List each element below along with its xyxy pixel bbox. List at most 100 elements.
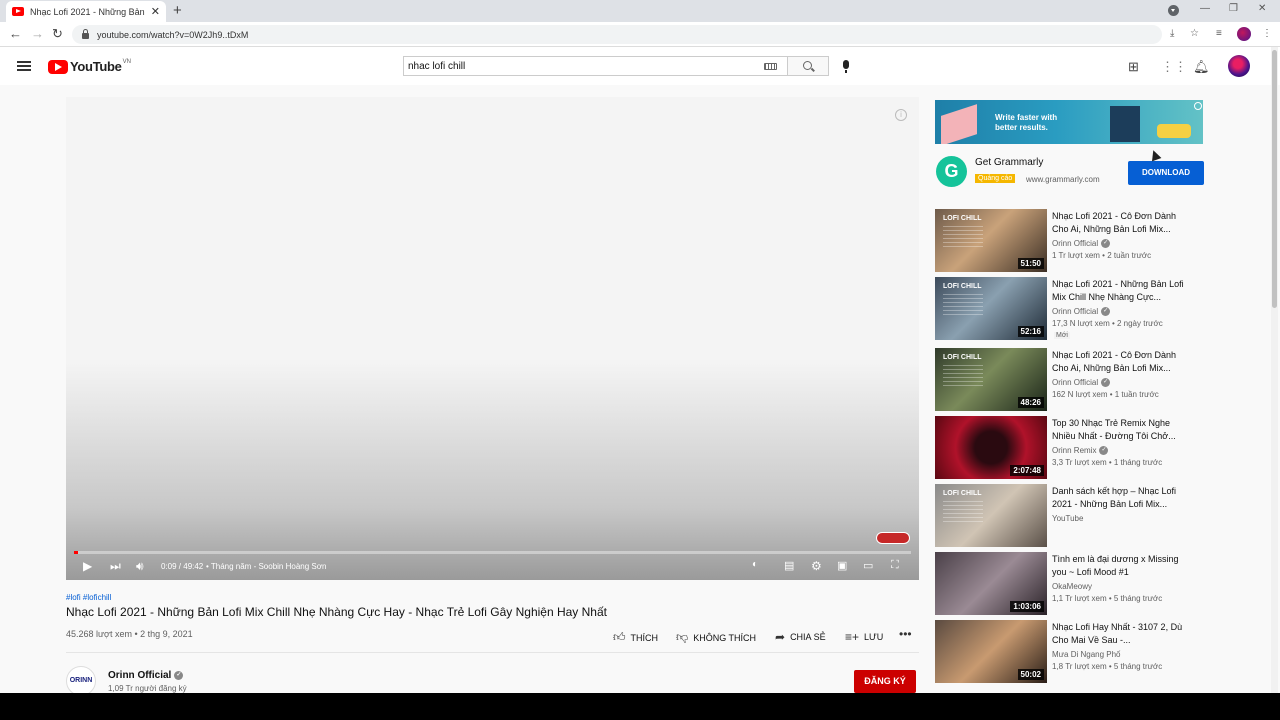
subscribe-watermark[interactable]: [876, 532, 910, 544]
omnibox[interactable]: youtube.com/watch?v=0W2Jh9..tDxM: [72, 25, 1162, 44]
play-icon[interactable]: ▶: [83, 559, 92, 573]
url-text[interactable]: youtube.com/watch?v=0W2Jh9..tDxM: [97, 30, 248, 40]
recommendation-item[interactable]: 2:07:48 Top 30 Nhạc Trẻ Remix Nghe Nhiều …: [935, 416, 1205, 480]
hashtags[interactable]: #lofi #lofichill: [66, 593, 111, 602]
recommendation-channel[interactable]: Orinn Official ✓: [1052, 378, 1111, 388]
account-avatar[interactable]: [1228, 55, 1250, 77]
mic-icon[interactable]: [843, 60, 849, 73]
bell-icon[interactable]: 🔔︎: [1193, 59, 1210, 75]
hamburger-icon[interactable]: [17, 61, 31, 71]
video-thumbnail[interactable]: LOFI CHILL 52:16: [935, 277, 1047, 340]
forward-icon[interactable]: →: [31, 27, 44, 41]
ad-domain: www.grammarly.com: [1026, 175, 1100, 184]
youtube-play-icon: [48, 59, 68, 74]
verified-icon: ✓: [1101, 239, 1111, 249]
search-value: nhac lofi chill: [408, 60, 466, 72]
save-button[interactable]: ≡+ Lưu: [845, 630, 883, 644]
subscribe-button[interactable]: ĐĂNG KÝ: [854, 670, 916, 693]
recommendation-channel[interactable]: Orinn Official ✓: [1052, 239, 1111, 249]
recommendation-title[interactable]: Danh sách kết hợp – Nhạc Lofi 2021 - Nhữ…: [1052, 485, 1192, 511]
back-icon[interactable]: ←: [9, 27, 22, 41]
ad-download-button[interactable]: DOWNLOAD: [1128, 161, 1204, 185]
channel-name[interactable]: Orinn Official ✓: [108, 670, 184, 681]
recommendation-title[interactable]: Nhạc Lofi 2021 - Cô Đơn Dành Cho Ai, Nhữ…: [1052, 210, 1192, 236]
ad-illustration-building: [941, 104, 977, 144]
video-thumbnail[interactable]: LOFI CHILL 51:50: [935, 209, 1047, 272]
progress-bar[interactable]: [74, 551, 911, 554]
restore-icon[interactable]: ❐: [1229, 3, 1238, 14]
search-input[interactable]: nhac lofi chill: [403, 56, 788, 76]
apps-icon[interactable]: ⋮⋮: [1161, 59, 1187, 75]
grammarly-logo[interactable]: G: [936, 156, 967, 187]
tab-search-icon[interactable]: [1168, 5, 1179, 16]
scrollbar-thumb[interactable]: [1272, 50, 1277, 308]
more-actions-icon[interactable]: •••: [899, 627, 912, 641]
recommendation-title[interactable]: Nhạc Lofi 2021 - Cô Đơn Dành Cho Ai, Nhữ…: [1052, 349, 1192, 375]
download-icon[interactable]: ⤓: [1170, 28, 1174, 39]
recommendation-title[interactable]: Nhạc Lofi 2021 - Những Bản Lofi Mix Chil…: [1052, 278, 1192, 304]
recommendation-channel-name: Mưa Di Ngang Phố: [1052, 650, 1121, 659]
volume-icon[interactable]: 🔊︎: [136, 559, 144, 574]
next-icon[interactable]: ⏭︎: [110, 559, 121, 574]
bookmark-star-icon[interactable]: ☆: [1190, 28, 1199, 39]
ad-banner-image[interactable]: Write faster with better results.: [935, 100, 1203, 144]
thumbnail-label: LOFI CHILL: [943, 215, 982, 222]
video-thumbnail[interactable]: 50:02: [935, 620, 1047, 683]
keyboard-icon[interactable]: [764, 62, 777, 70]
ad-info-icon[interactable]: [1194, 102, 1202, 110]
recommendation-item[interactable]: LOFI CHILL Danh sách kết hợp – Nhạc Lofi …: [935, 484, 1205, 548]
search-button[interactable]: [787, 56, 829, 76]
recommendation-channel[interactable]: OkaMeowy: [1052, 582, 1092, 591]
recommendation-channel[interactable]: Orinn Official ✓: [1052, 307, 1111, 317]
browser-profile-icon[interactable]: [1237, 27, 1251, 41]
thumbnail-tracklist: [943, 501, 983, 523]
video-thumbnail[interactable]: LOFI CHILL 48:26: [935, 348, 1047, 411]
channel-avatar[interactable]: ORINN: [66, 666, 96, 693]
settings-gear-icon[interactable]: ⚙: [811, 559, 822, 573]
recommendation-title[interactable]: Nhạc Lofi Hay Nhất - 3107 2, Dù Cho Mai …: [1052, 621, 1192, 647]
chapter-title[interactable]: • Tháng năm - Soobin Hoàng Sơn: [206, 562, 326, 571]
recommendation-channel[interactable]: Orinn Remix ✓: [1052, 446, 1109, 456]
ad-illustration-office: [1110, 106, 1140, 142]
verified-icon: ✓: [174, 670, 184, 680]
minimize-icon[interactable]: —: [1200, 3, 1210, 14]
recommendation-item[interactable]: 1:03:06 Tình em là đại dương x Missing yo…: [935, 552, 1205, 616]
like-button[interactable]: 👍︎ Thích: [613, 630, 658, 645]
video-thumbnail[interactable]: 2:07:48: [935, 416, 1047, 479]
new-tab-button[interactable]: +: [173, 2, 182, 19]
miniplayer-icon[interactable]: ▣: [837, 559, 847, 572]
recommendation-item[interactable]: LOFI CHILL 48:26 Nhạc Lofi 2021 - Cô Đơn D…: [935, 348, 1205, 412]
menu-dots-icon[interactable]: ⋮: [1262, 28, 1272, 39]
recommendation-item[interactable]: LOFI CHILL 52:16 Nhạc Lofi 2021 - Những Bả…: [935, 277, 1205, 341]
browser-tab[interactable]: Nhạc Lofi 2021 - Những Bản Lofi ✕: [6, 1, 166, 22]
verified-icon: ✓: [1101, 307, 1111, 317]
reading-list-icon[interactable]: ≡: [1216, 28, 1222, 39]
recommendation-meta: 1,1 Tr lượt xem • 5 tháng trước: [1052, 594, 1163, 603]
autoplay-toggle-icon[interactable]: ◐: [752, 559, 758, 570]
video-thumbnail[interactable]: 1:03:06: [935, 552, 1047, 615]
recommendation-meta: 1 Tr lượt xem • 2 tuần trước: [1052, 251, 1152, 260]
subtitles-icon[interactable]: ▤: [784, 559, 794, 572]
recommendation-title[interactable]: Tình em là đại dương x Missing you ~ Lof…: [1052, 553, 1192, 579]
recommendation-title[interactable]: Top 30 Nhạc Trẻ Remix Nghe Nhiều Nhất - …: [1052, 417, 1192, 443]
recommendation-item[interactable]: 50:02 Nhạc Lofi Hay Nhất - 3107 2, Dù Cho…: [935, 620, 1205, 684]
recommendation-channel[interactable]: YouTube: [1052, 514, 1083, 523]
reload-icon[interactable]: ↻: [52, 27, 63, 41]
tab-title: Nhạc Lofi 2021 - Những Bản Lofi: [30, 6, 147, 17]
recommendation-channel[interactable]: Mưa Di Ngang Phố: [1052, 650, 1121, 659]
recommendation-item[interactable]: LOFI CHILL 51:50 Nhạc Lofi 2021 - Cô Đơn D…: [935, 209, 1205, 273]
video-player[interactable]: i ▶ ⏭︎ 🔊︎ 0:09 / 49:42 • Tháng năm - Soo…: [66, 97, 919, 580]
window-close-icon[interactable]: ✕: [1258, 3, 1266, 14]
youtube-logo[interactable]: YouTube VN: [48, 59, 131, 74]
ad-title[interactable]: Get Grammarly: [975, 157, 1043, 168]
info-icon[interactable]: i: [895, 109, 907, 121]
share-button[interactable]: ➦ Chia sẻ: [775, 630, 826, 644]
dislike-button[interactable]: 👎︎ Không thích: [676, 630, 756, 645]
fullscreen-icon[interactable]: ⛶: [891, 559, 899, 572]
video-thumbnail[interactable]: LOFI CHILL: [935, 484, 1047, 547]
duration-badge: 2:07:48: [1010, 465, 1044, 476]
duration-badge: 1:03:06: [1010, 601, 1044, 612]
create-video-icon[interactable]: ⊞: [1128, 59, 1139, 75]
theater-mode-icon[interactable]: ▭: [863, 559, 873, 572]
tab-close-icon[interactable]: ✕: [151, 5, 160, 18]
